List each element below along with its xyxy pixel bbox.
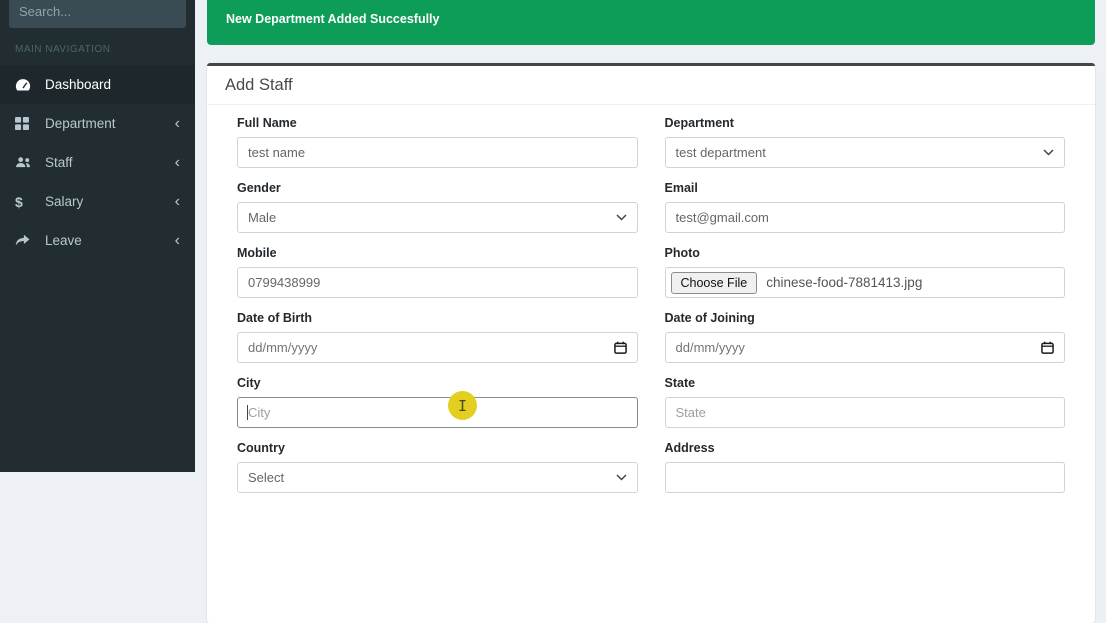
- photo-filename: chinese-food-7881413.jpg: [766, 275, 923, 290]
- sidebar-item-leave[interactable]: Leave ‹: [0, 221, 195, 260]
- text-caret: [247, 405, 248, 420]
- users-icon: [15, 156, 37, 169]
- sidebar-item-dashboard[interactable]: Dashboard: [0, 65, 195, 104]
- sidebar-item-label: Salary: [45, 194, 84, 209]
- field-date-of-joining: Date of Joining dd/mm/yyyy: [664, 311, 1065, 363]
- card-title: Add Staff: [207, 66, 1095, 105]
- city-input[interactable]: [237, 397, 638, 428]
- date-of-birth-placeholder: dd/mm/yyyy: [248, 340, 318, 355]
- field-email: Email: [664, 181, 1065, 233]
- chevron-left-icon: ‹: [174, 153, 180, 171]
- success-alert: Success! New Department Added Succesfull…: [207, 0, 1095, 45]
- sidebar-section-label: MAIN NAVIGATION: [15, 44, 111, 55]
- gender-label: Gender: [237, 181, 281, 195]
- main-content: Success! New Department Added Succesfull…: [195, 0, 1106, 623]
- chevron-left-icon: ‹: [174, 192, 180, 210]
- sidebar-item-label: Dashboard: [45, 77, 112, 92]
- gender-select[interactable]: Male: [237, 202, 638, 233]
- field-mobile: Mobile: [237, 246, 638, 298]
- recorder-cursor-highlight: I: [448, 391, 477, 420]
- full-name-input[interactable]: [237, 137, 638, 168]
- sidebar-item-staff[interactable]: Staff ‹: [0, 143, 195, 182]
- field-gender: Gender Male: [237, 181, 638, 233]
- chevron-left-icon: ‹: [174, 231, 180, 249]
- date-of-birth-label: Date of Birth: [237, 311, 312, 325]
- field-country: Country Select: [237, 441, 638, 493]
- mobile-label: Mobile: [237, 246, 277, 260]
- chevron-down-icon: [615, 474, 627, 481]
- city-label: City: [237, 376, 261, 390]
- department-select[interactable]: test department: [664, 137, 1065, 168]
- choose-file-button[interactable]: Choose File: [670, 271, 758, 294]
- sidebar-search: [9, 0, 186, 28]
- photo-file-input[interactable]: Choose File chinese-food-7881413.jpg: [664, 267, 1065, 298]
- mobile-input[interactable]: [237, 267, 638, 298]
- department-selected-value: test department: [675, 145, 766, 160]
- address-input[interactable]: [664, 462, 1065, 493]
- sidebar-item-label: Leave: [45, 233, 82, 248]
- dashboard-icon: [15, 78, 37, 91]
- photo-label: Photo: [664, 246, 700, 260]
- calendar-icon[interactable]: [613, 341, 627, 354]
- full-name-label: Full Name: [237, 116, 297, 130]
- email-input[interactable]: [664, 202, 1065, 233]
- date-of-birth-input[interactable]: dd/mm/yyyy: [237, 332, 638, 363]
- chevron-down-icon: [615, 214, 627, 221]
- field-state: State: [664, 376, 1065, 428]
- sidebar-item-label: Staff: [45, 155, 73, 170]
- date-of-joining-input[interactable]: dd/mm/yyyy: [664, 332, 1065, 363]
- calendar-icon[interactable]: [1041, 341, 1054, 354]
- share-arrow-icon: [15, 234, 37, 247]
- country-select[interactable]: Select: [237, 462, 638, 493]
- sidebar-item-salary[interactable]: $ Salary ‹: [0, 182, 195, 221]
- alert-message: New Department Added Succesfully: [226, 12, 440, 26]
- chevron-down-icon: [1043, 149, 1054, 156]
- address-label: Address: [664, 441, 715, 455]
- field-full-name: Full Name: [237, 116, 638, 168]
- search-input[interactable]: [9, 0, 186, 28]
- field-city: City: [237, 376, 638, 428]
- field-photo: Photo Choose File chinese-food-7881413.j…: [664, 246, 1065, 298]
- state-input[interactable]: [664, 397, 1065, 428]
- sidebar-item-label: Department: [45, 116, 116, 131]
- field-department: Department test department: [664, 116, 1065, 168]
- field-address: Address: [664, 441, 1065, 493]
- add-staff-form: Full Name Department test department Gen…: [207, 105, 1095, 506]
- grid-icon: [15, 117, 37, 130]
- date-of-joining-label: Date of Joining: [664, 311, 755, 325]
- date-of-joining-placeholder: dd/mm/yyyy: [675, 340, 745, 355]
- country-label: Country: [237, 441, 285, 455]
- sidebar: MAIN NAVIGATION Dashboard Department ‹ S…: [0, 0, 195, 472]
- department-label: Department: [664, 116, 734, 130]
- email-label: Email: [664, 181, 698, 195]
- add-staff-card: Add Staff Full Name Department test depa…: [207, 63, 1095, 623]
- field-date-of-birth: Date of Birth dd/mm/yyyy: [237, 311, 638, 363]
- gender-selected-value: Male: [248, 210, 277, 225]
- chevron-left-icon: ‹: [174, 114, 180, 132]
- dollar-icon: $: [15, 193, 23, 210]
- state-label: State: [664, 376, 696, 390]
- country-selected-value: Select: [248, 470, 285, 485]
- sidebar-item-department[interactable]: Department ‹: [0, 104, 195, 143]
- alert-title: Success!: [226, 0, 1076, 2]
